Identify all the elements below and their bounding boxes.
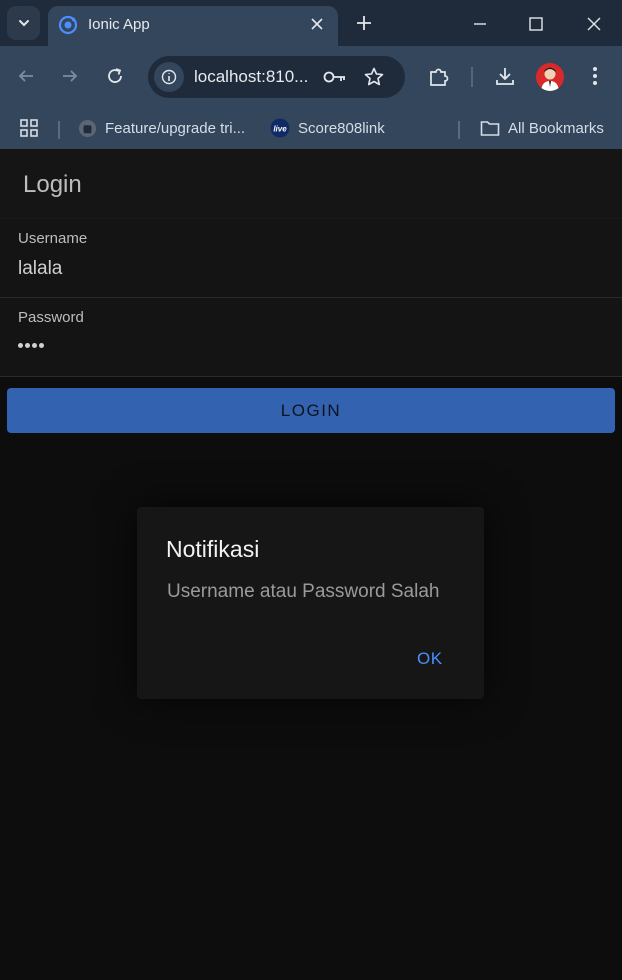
all-bookmarks-button[interactable]: All Bookmarks (480, 113, 604, 143)
login-button[interactable]: LOGIN (7, 388, 615, 433)
apps-grid-icon (20, 119, 38, 137)
bookmark-label: Feature/upgrade tri... (105, 119, 246, 137)
all-bookmarks-label: All Bookmarks (508, 119, 604, 137)
alert-dialog: Notifikasi Username atau Password Salah … (137, 507, 484, 699)
close-icon (587, 17, 601, 31)
username-label: Username (18, 230, 88, 247)
arrow-right-icon (63, 70, 78, 82)
password-label: Password (18, 309, 84, 326)
tab-search-button[interactable] (7, 6, 40, 40)
downloads-button[interactable] (490, 61, 520, 91)
alert-title: Notifikasi (166, 536, 260, 562)
toolbar-divider (471, 67, 473, 87)
alert-ok-button[interactable]: OK (417, 649, 443, 669)
arrow-left-icon (18, 70, 33, 82)
bookmark-score808link[interactable]: live Score808link (270, 113, 385, 143)
minimize-button[interactable] (465, 9, 495, 39)
tab-close-button[interactable] (306, 13, 328, 35)
browser-toolbar: localhost:810... (0, 46, 622, 108)
info-icon (161, 69, 177, 85)
alert-message: Username atau Password Salah (167, 581, 440, 602)
username-input[interactable]: lalala (18, 258, 62, 280)
svg-text:live: live (273, 125, 287, 134)
new-tab-button[interactable] (351, 10, 377, 36)
download-icon (496, 68, 514, 85)
apps-button[interactable] (19, 113, 39, 143)
page-title: Login (23, 171, 82, 198)
star-icon[interactable] (364, 67, 384, 87)
app-content: Login Username lalala Password LOGIN Not… (0, 149, 622, 980)
menu-button[interactable] (580, 61, 610, 91)
back-button[interactable] (11, 61, 41, 91)
ionic-favicon-icon (58, 15, 78, 35)
puzzle-icon (430, 68, 449, 86)
forward-button[interactable] (55, 61, 85, 91)
bookmark-label: Score808link (298, 119, 385, 137)
url-text: localhost:810... (194, 67, 309, 86)
password-input[interactable] (18, 343, 44, 348)
password-field[interactable]: Password (0, 298, 622, 377)
tab-title: Ionic App (88, 16, 150, 33)
bookmarks-divider (58, 121, 60, 139)
maximize-icon (529, 17, 543, 31)
github-icon (78, 119, 97, 138)
reload-icon (108, 68, 122, 83)
extensions-button[interactable] (424, 61, 454, 91)
window-close-button[interactable] (579, 9, 609, 39)
reload-button[interactable] (100, 61, 130, 91)
plus-icon (357, 16, 371, 30)
browser-tab[interactable]: Ionic App (48, 6, 338, 46)
chevron-down-icon (18, 20, 29, 27)
bookmark-feature-upgrade[interactable]: Feature/upgrade tri... (78, 113, 245, 143)
username-field[interactable]: Username lalala (0, 219, 622, 298)
bookmarks-bar: Feature/upgrade tri... live Score808link… (0, 108, 622, 149)
folder-icon (480, 119, 500, 137)
site-info-button[interactable] (154, 62, 184, 92)
profile-avatar[interactable] (536, 63, 564, 91)
address-bar[interactable]: localhost:810... (148, 56, 405, 98)
profile-picture-icon (541, 67, 559, 91)
app-header: Login (0, 149, 622, 219)
tab-strip: Ionic App (0, 0, 622, 46)
minimize-icon (474, 23, 486, 25)
live-badge-icon: live (270, 118, 290, 138)
kebab-menu-icon (593, 67, 597, 85)
key-icon[interactable] (323, 68, 347, 86)
close-icon (311, 18, 323, 30)
bookmarks-divider (458, 121, 460, 139)
maximize-button[interactable] (521, 9, 551, 39)
